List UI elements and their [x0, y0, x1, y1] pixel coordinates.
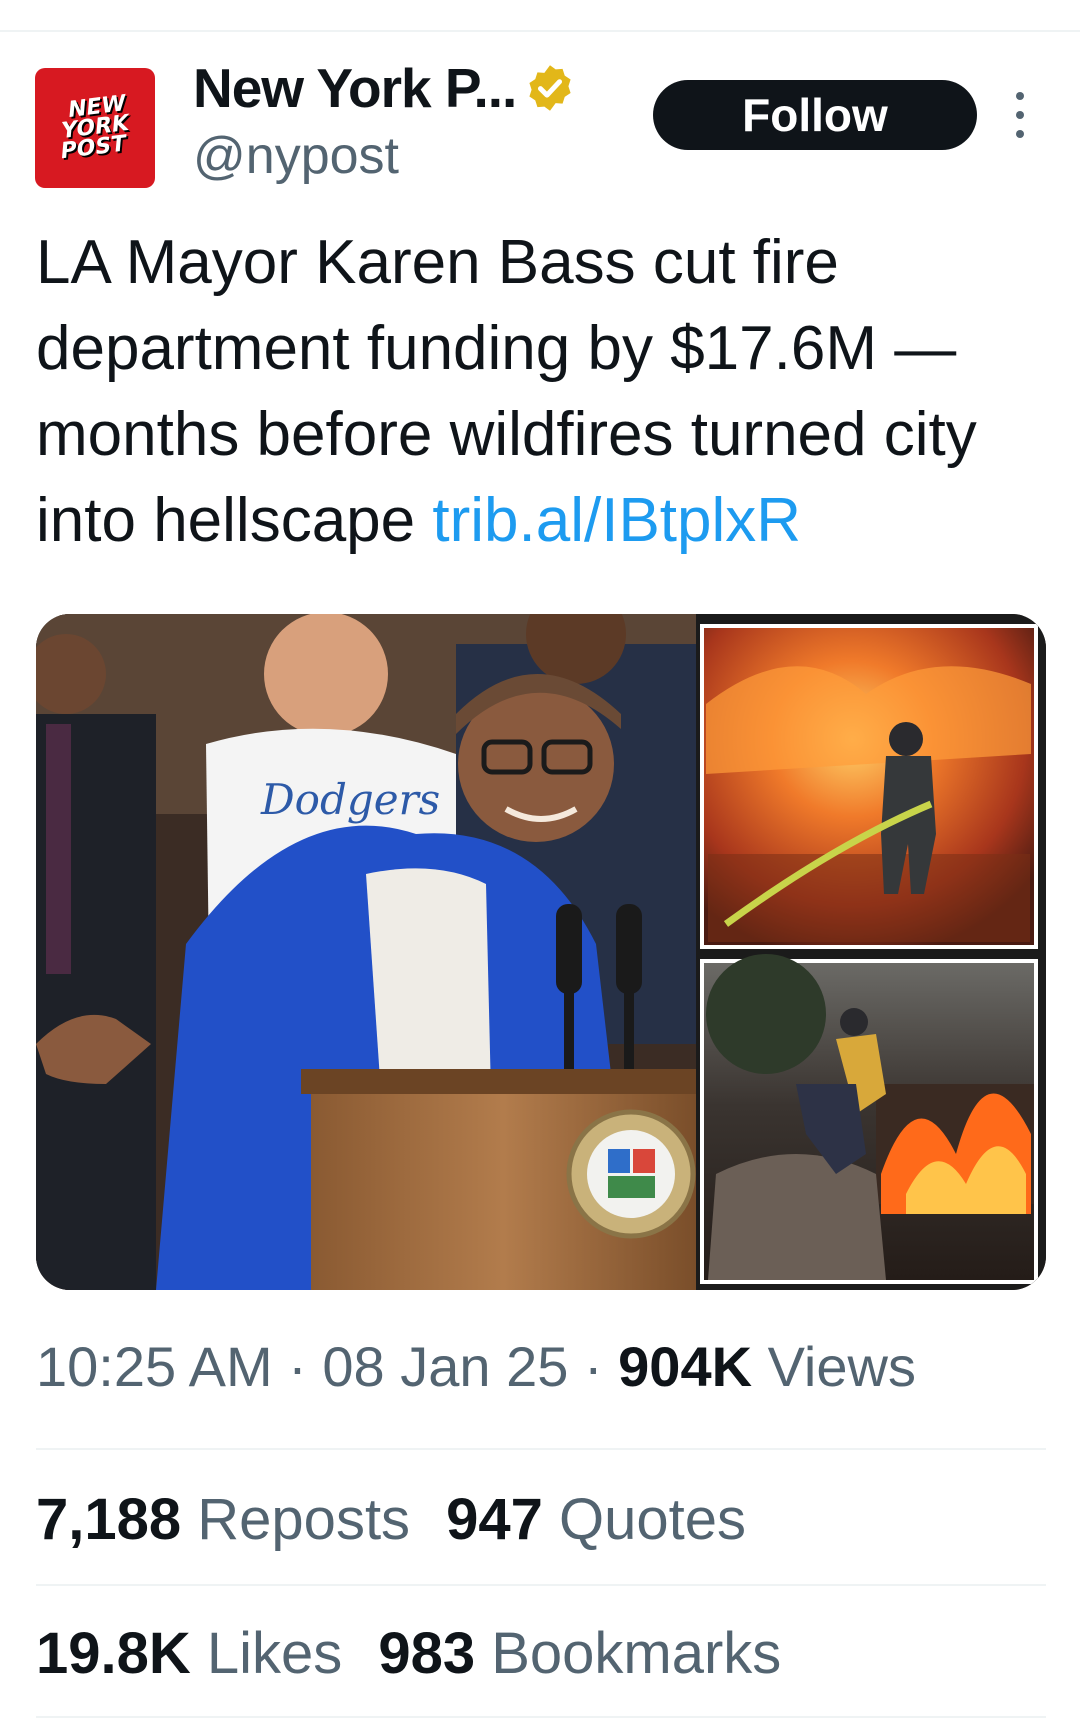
more-options-icon[interactable] [1008, 92, 1032, 138]
divider [36, 1584, 1046, 1586]
follow-button[interactable]: Follow [653, 80, 977, 150]
tweet-meta: 10:25 AM · 08 Jan 25 · 904K Views [36, 1332, 916, 1402]
display-name[interactable]: New York P... [193, 55, 517, 121]
divider [36, 1716, 1046, 1718]
reposts-stat[interactable]: 7,188 Reposts [36, 1487, 410, 1552]
bookmarks-label: Bookmarks [491, 1621, 782, 1686]
top-divider [0, 30, 1080, 32]
tweet-media[interactable]: Dodgers [36, 614, 1046, 1290]
quotes-count: 947 [446, 1487, 543, 1552]
engagement-row-1: 7,188 Reposts 947 Quotes [36, 1484, 746, 1556]
firefighter-jumping-wall-photo [700, 954, 1038, 1284]
tweet-link[interactable]: trib.al/IBtplxR [432, 486, 801, 555]
media-collage: Dodgers [36, 614, 1046, 1290]
jersey-text: Dodgers [260, 775, 440, 824]
likes-count: 19.8K [36, 1621, 191, 1686]
views-count: 904K [618, 1335, 753, 1398]
mayor-at-podium-photo: Dodgers [36, 614, 701, 1290]
views-label: Views [767, 1335, 916, 1398]
meta-separator: · [288, 1335, 307, 1398]
reposts-label: Reposts [197, 1487, 411, 1552]
likes-label: Likes [206, 1621, 343, 1686]
quotes-label: Quotes [558, 1487, 746, 1552]
author-name-row: New York P... [193, 55, 576, 121]
tweet-time[interactable]: 10:25 AM [36, 1335, 273, 1398]
meta-separator: · [583, 1335, 603, 1398]
bookmarks-count: 983 [378, 1621, 476, 1686]
divider [36, 1448, 1046, 1450]
nypost-logo: NEW YORK POST [59, 90, 130, 165]
tweet-text: LA Mayor Karen Bass cut fire department … [36, 220, 1046, 564]
author-handle[interactable]: @nypost [193, 126, 399, 186]
engagement-row-2: 19.8K Likes 983 Bookmarks [36, 1618, 781, 1690]
bookmarks-stat[interactable]: 983 Bookmarks [378, 1621, 781, 1686]
reposts-count: 7,188 [36, 1487, 182, 1552]
firefighter-in-flames-photo [700, 624, 1038, 949]
avatar[interactable]: NEW YORK POST [35, 68, 155, 188]
quotes-stat[interactable]: 947 Quotes [446, 1487, 746, 1552]
verified-badge-icon [529, 65, 571, 111]
tweet-date[interactable]: 08 Jan 25 [322, 1335, 568, 1398]
likes-stat[interactable]: 19.8K Likes [36, 1621, 342, 1686]
